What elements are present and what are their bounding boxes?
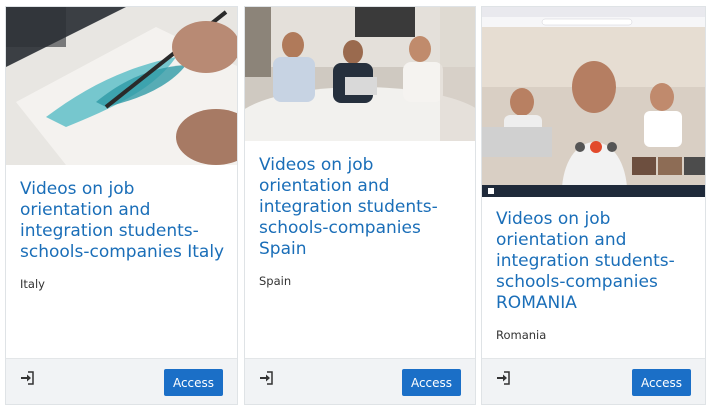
access-button[interactable]: Access (402, 369, 461, 396)
course-category: Italy (20, 277, 45, 291)
card-body: Videos on job orientation and integratio… (259, 155, 467, 288)
card-body: Videos on job orientation and integratio… (496, 209, 697, 342)
sign-in-icon[interactable] (20, 371, 34, 385)
card-body: Videos on job orientation and integratio… (20, 179, 229, 291)
course-image-video-call[interactable] (482, 7, 705, 197)
course-image-drawing[interactable] (6, 7, 237, 165)
sign-in-icon[interactable] (496, 371, 510, 385)
course-title[interactable]: Videos on job orientation and integratio… (20, 179, 229, 263)
course-category: Romania (496, 328, 547, 342)
course-category: Spain (259, 274, 292, 288)
course-title[interactable]: Videos on job orientation and integratio… (496, 209, 697, 314)
course-card-italy[interactable]: Videos on job orientation and integratio… (5, 6, 238, 405)
course-title[interactable]: Videos on job orientation and integratio… (259, 155, 467, 260)
sign-in-icon[interactable] (259, 371, 273, 385)
access-button[interactable]: Access (164, 369, 223, 396)
course-card-spain[interactable]: Videos on job orientation and integratio… (244, 6, 476, 405)
card-footer: Access (6, 358, 237, 404)
course-card-romania[interactable]: Videos on job orientation and integratio… (481, 6, 706, 405)
course-image-meeting[interactable] (245, 7, 475, 141)
card-footer: Access (482, 358, 705, 404)
access-button[interactable]: Access (632, 369, 691, 396)
card-footer: Access (245, 358, 475, 404)
